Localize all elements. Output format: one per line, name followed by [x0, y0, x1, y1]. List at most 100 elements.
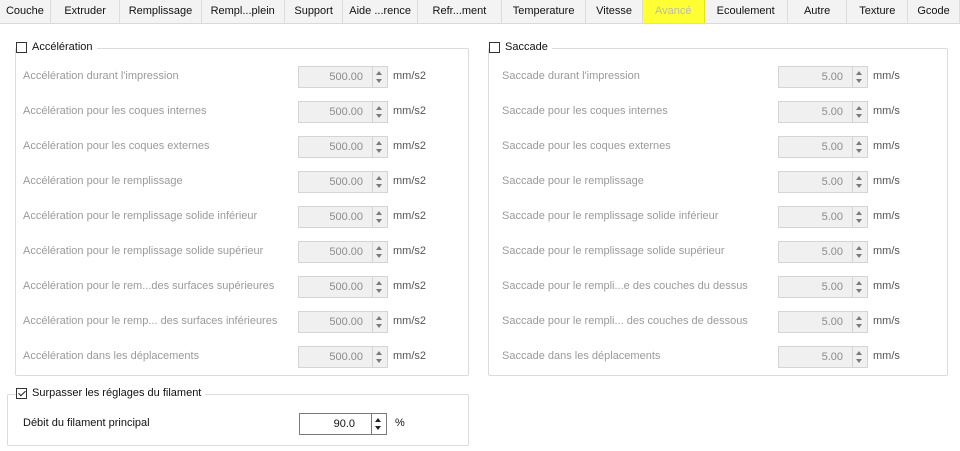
acceleration-spinbox[interactable]: 500.00: [298, 171, 388, 193]
flow-spin-arrows[interactable]: [371, 414, 386, 434]
spin-up-icon[interactable]: [856, 106, 862, 110]
tab-gcode[interactable]: Gcode: [908, 0, 960, 23]
jerk-spinbox[interactable]: 5.00: [778, 136, 868, 158]
spin-down-icon[interactable]: [856, 149, 862, 153]
spin-down-icon[interactable]: [376, 324, 382, 328]
spin-up-icon[interactable]: [856, 316, 862, 320]
spin-up-icon[interactable]: [375, 418, 381, 422]
spin-down-icon[interactable]: [376, 79, 382, 83]
spin-up-icon[interactable]: [856, 246, 862, 250]
jerk-value: 5.00: [821, 281, 843, 293]
spin-arrows[interactable]: [372, 347, 387, 367]
tab-support[interactable]: Support: [284, 0, 344, 23]
spin-up-icon[interactable]: [376, 71, 382, 75]
tab-couche[interactable]: Couche: [0, 0, 51, 23]
acceleration-spinbox[interactable]: 500.00: [298, 136, 388, 158]
spin-arrows[interactable]: [852, 207, 867, 227]
spin-down-icon[interactable]: [376, 149, 382, 153]
acceleration-spinbox[interactable]: 500.00: [298, 241, 388, 263]
jerk-spinbox[interactable]: 5.00: [778, 311, 868, 333]
spin-arrows[interactable]: [852, 102, 867, 122]
filament-override-header[interactable]: Surpasser les réglages du filament: [16, 387, 206, 399]
acceleration-checkbox[interactable]: [16, 41, 27, 53]
spin-up-icon[interactable]: [376, 281, 382, 285]
acceleration-spinbox[interactable]: 500.00: [298, 346, 388, 368]
spin-arrows[interactable]: [372, 137, 387, 157]
acceleration-spinbox[interactable]: 500.00: [298, 311, 388, 333]
spin-down-icon[interactable]: [856, 79, 862, 83]
acceleration-row: Accélération pour le remp... des surface…: [16, 311, 468, 333]
acceleration-spinbox[interactable]: 500.00: [298, 101, 388, 123]
jerk-checkbox[interactable]: [489, 41, 500, 53]
tab-extruder[interactable]: Extruder: [50, 0, 121, 23]
flow-spinbox[interactable]: 90.0: [299, 413, 387, 435]
spin-down-icon[interactable]: [856, 184, 862, 188]
tab-temperature[interactable]: Temperature: [502, 0, 587, 23]
tab-texture[interactable]: Texture: [847, 0, 909, 23]
spin-up-icon[interactable]: [856, 71, 862, 75]
tab-remplissage[interactable]: Remplissage: [120, 0, 202, 23]
acceleration-spinbox[interactable]: 500.00: [298, 206, 388, 228]
spin-down-icon[interactable]: [375, 426, 381, 430]
spin-up-icon[interactable]: [856, 141, 862, 145]
acceleration-value: 500.00: [329, 211, 363, 223]
jerk-spinbox[interactable]: 5.00: [778, 171, 868, 193]
spin-arrows[interactable]: [372, 277, 387, 297]
jerk-spinbox[interactable]: 5.00: [778, 346, 868, 368]
spin-down-icon[interactable]: [856, 289, 862, 293]
spin-down-icon[interactable]: [856, 114, 862, 118]
spin-arrows[interactable]: [852, 67, 867, 87]
spin-down-icon[interactable]: [376, 254, 382, 258]
spin-arrows[interactable]: [852, 242, 867, 262]
spin-down-icon[interactable]: [856, 359, 862, 363]
spin-down-icon[interactable]: [376, 219, 382, 223]
spin-down-icon[interactable]: [376, 359, 382, 363]
tab-autre[interactable]: Autre: [787, 0, 848, 23]
spin-arrows[interactable]: [372, 172, 387, 192]
spin-arrows[interactable]: [852, 347, 867, 367]
spin-up-icon[interactable]: [376, 106, 382, 110]
spin-up-icon[interactable]: [376, 316, 382, 320]
tab-vitesse[interactable]: Vitesse: [586, 0, 643, 23]
spin-arrows[interactable]: [372, 242, 387, 262]
spin-down-icon[interactable]: [376, 289, 382, 293]
spin-up-icon[interactable]: [376, 211, 382, 215]
jerk-spinbox[interactable]: 5.00: [778, 276, 868, 298]
spin-down-icon[interactable]: [376, 114, 382, 118]
spin-down-icon[interactable]: [856, 254, 862, 258]
acceleration-group-header[interactable]: Accélération: [16, 41, 97, 53]
spin-up-icon[interactable]: [376, 141, 382, 145]
spin-up-icon[interactable]: [376, 351, 382, 355]
spin-arrows[interactable]: [372, 67, 387, 87]
tab-ecoulement[interactable]: Ecoulement: [704, 0, 788, 23]
spin-arrows[interactable]: [372, 207, 387, 227]
jerk-spinbox[interactable]: 5.00: [778, 101, 868, 123]
tab-avanc[interactable]: Avancé: [642, 0, 705, 23]
spin-down-icon[interactable]: [856, 324, 862, 328]
spin-arrows[interactable]: [852, 277, 867, 297]
spin-up-icon[interactable]: [856, 281, 862, 285]
jerk-spinbox[interactable]: 5.00: [778, 206, 868, 228]
tab-refr-ment[interactable]: Refr...ment: [417, 0, 503, 23]
acceleration-spinbox[interactable]: 500.00: [298, 66, 388, 88]
tab-rempl-plein[interactable]: Rempl...plein: [201, 0, 285, 23]
spin-arrows[interactable]: [852, 312, 867, 332]
tab-aide-rence[interactable]: Aide ...rence: [343, 0, 418, 23]
spin-arrows[interactable]: [852, 172, 867, 192]
jerk-spinbox[interactable]: 5.00: [778, 66, 868, 88]
spin-down-icon[interactable]: [376, 184, 382, 188]
spin-up-icon[interactable]: [376, 176, 382, 180]
jerk-spinbox[interactable]: 5.00: [778, 241, 868, 263]
acceleration-spinbox[interactable]: 500.00: [298, 276, 388, 298]
spin-up-icon[interactable]: [376, 246, 382, 250]
spin-up-icon[interactable]: [856, 211, 862, 215]
jerk-group-header[interactable]: Saccade: [489, 41, 552, 53]
spin-up-icon[interactable]: [856, 176, 862, 180]
spin-up-icon[interactable]: [856, 351, 862, 355]
spin-down-icon[interactable]: [856, 219, 862, 223]
spin-arrows[interactable]: [372, 102, 387, 122]
spin-arrows[interactable]: [852, 137, 867, 157]
spin-arrows[interactable]: [372, 312, 387, 332]
jerk-row: Saccade pour le remplissage solide supér…: [489, 241, 947, 263]
filament-override-checkbox[interactable]: [16, 387, 27, 399]
